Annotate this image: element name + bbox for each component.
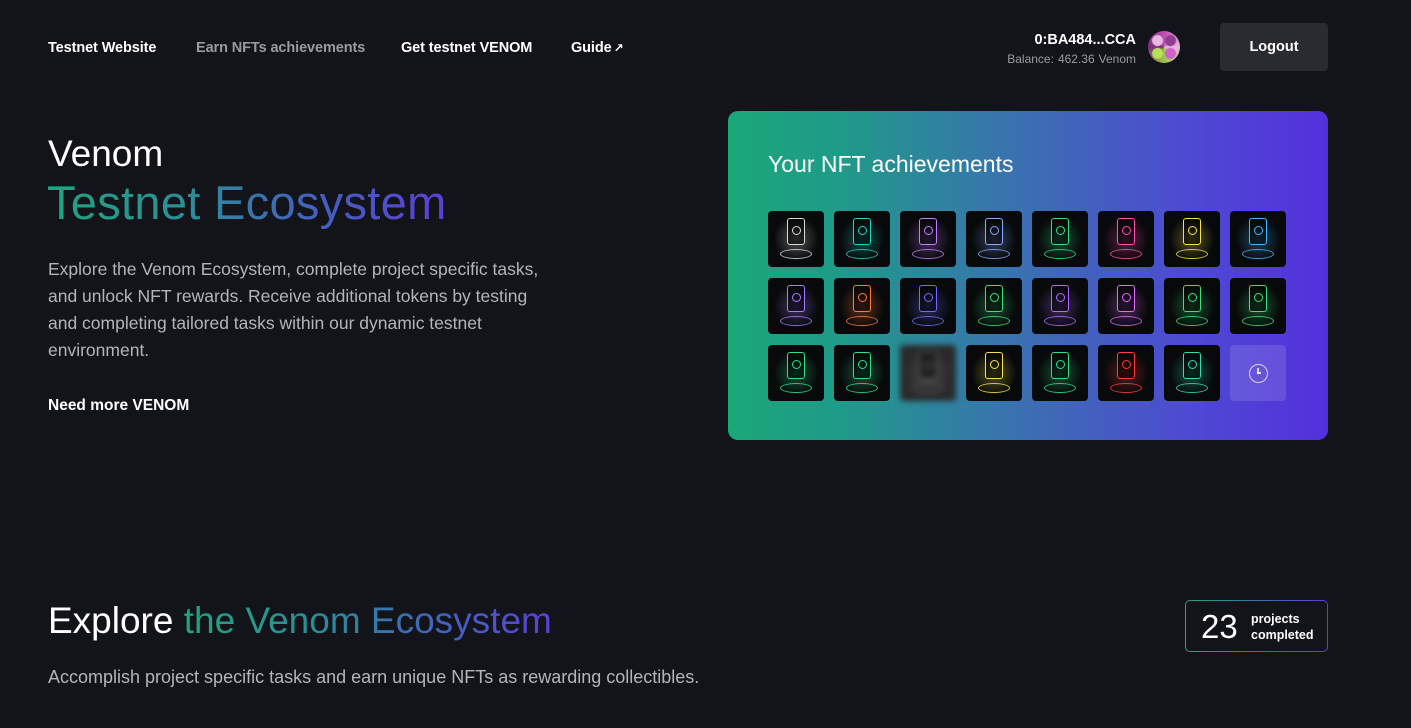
nft-tile[interactable] bbox=[966, 211, 1022, 267]
nav-guide[interactable]: Guide ↗ bbox=[571, 40, 624, 56]
nft-tile[interactable] bbox=[900, 345, 956, 401]
hero-description: Explore the Venom Ecosystem, complete pr… bbox=[48, 259, 539, 360]
nft-device-icon bbox=[919, 218, 937, 245]
nft-base-icon bbox=[1176, 316, 1208, 326]
avatar-icon[interactable] bbox=[1148, 31, 1180, 63]
nft-card-title: Your NFT achievements bbox=[768, 151, 1014, 177]
arrow-up-right-icon: ↗ bbox=[613, 41, 624, 55]
nft-base-icon bbox=[780, 316, 812, 326]
clock-icon bbox=[1248, 363, 1268, 383]
nft-tile[interactable] bbox=[834, 278, 890, 334]
nft-base-icon bbox=[1176, 383, 1208, 393]
projects-label: projects completed bbox=[1251, 612, 1314, 642]
nft-tile[interactable] bbox=[1098, 211, 1154, 267]
nft-device-icon bbox=[787, 218, 805, 245]
nft-base-icon bbox=[978, 383, 1010, 393]
nft-base-icon bbox=[978, 249, 1010, 259]
nft-tile[interactable] bbox=[1164, 345, 1220, 401]
nft-device-icon bbox=[1051, 352, 1069, 379]
nft-device-icon bbox=[853, 218, 871, 245]
nft-device-icon bbox=[1051, 285, 1069, 312]
nft-tile[interactable] bbox=[834, 345, 890, 401]
nft-base-icon bbox=[1110, 383, 1142, 393]
nft-tile[interactable] bbox=[1032, 345, 1088, 401]
nft-base-icon bbox=[846, 383, 878, 393]
hero-subtitle-gradient: Testnet Ecosystem bbox=[47, 176, 447, 229]
nav-get-testnet-venom[interactable]: Get testnet VENOM bbox=[401, 40, 532, 56]
nft-tile[interactable] bbox=[1032, 278, 1088, 334]
nft-device-icon bbox=[985, 352, 1003, 379]
nft-tile[interactable] bbox=[1164, 211, 1220, 267]
nft-tile[interactable] bbox=[966, 278, 1022, 334]
nft-device-icon bbox=[787, 285, 805, 312]
nft-device-icon bbox=[919, 285, 937, 312]
nft-tile[interactable] bbox=[834, 211, 890, 267]
nft-device-icon bbox=[919, 352, 937, 379]
nft-tile[interactable] bbox=[1164, 278, 1220, 334]
wallet-address[interactable]: 0:BA484...CCA bbox=[1034, 32, 1136, 48]
nft-device-icon bbox=[1183, 218, 1201, 245]
nav-guide-label: Guide bbox=[571, 40, 612, 56]
nft-tile[interactable] bbox=[1098, 278, 1154, 334]
nft-base-icon bbox=[846, 316, 878, 326]
nft-base-icon bbox=[1044, 316, 1076, 326]
nft-tile[interactable] bbox=[1032, 211, 1088, 267]
explore-title-gradient: the Venom Ecosystem bbox=[183, 600, 552, 641]
projects-completed-badge: 23 projects completed bbox=[1185, 600, 1328, 652]
explore-subtitle: Accomplish project specific tasks and ea… bbox=[48, 667, 700, 687]
nft-base-icon bbox=[780, 383, 812, 393]
nft-tile[interactable] bbox=[900, 278, 956, 334]
nft-base-icon bbox=[978, 316, 1010, 326]
nft-base-icon bbox=[1110, 249, 1142, 259]
nft-device-icon bbox=[985, 218, 1003, 245]
nav-testnet-website[interactable]: Testnet Website bbox=[48, 40, 156, 56]
nft-base-icon bbox=[1044, 249, 1076, 259]
nft-device-icon bbox=[985, 285, 1003, 312]
wallet-balance: Balance: 462.36 Venom bbox=[1007, 52, 1136, 66]
nft-tile[interactable] bbox=[1230, 211, 1286, 267]
nft-tile[interactable] bbox=[966, 345, 1022, 401]
nft-achievements-card: Your NFT achievements bbox=[728, 111, 1328, 440]
explore-title: Explore the Venom Ecosystem bbox=[48, 600, 552, 642]
nft-base-icon bbox=[846, 249, 878, 259]
nft-base-icon bbox=[1242, 249, 1274, 259]
balance-unit: Venom bbox=[1098, 52, 1136, 66]
nft-base-icon bbox=[912, 316, 944, 326]
nft-device-icon bbox=[1183, 285, 1201, 312]
nft-device-icon bbox=[1117, 218, 1135, 245]
projects-count: 23 bbox=[1201, 608, 1238, 645]
nft-tile[interactable] bbox=[768, 278, 824, 334]
nft-tile[interactable] bbox=[1230, 278, 1286, 334]
logout-button[interactable]: Logout bbox=[1220, 23, 1328, 71]
nft-base-icon bbox=[1176, 249, 1208, 259]
nft-device-icon bbox=[853, 285, 871, 312]
nft-tile[interactable] bbox=[1098, 345, 1154, 401]
nft-base-icon bbox=[912, 249, 944, 259]
balance-value: 462.36 bbox=[1057, 52, 1095, 66]
nft-tile-pending[interactable] bbox=[1230, 345, 1286, 401]
nft-device-icon bbox=[1117, 352, 1135, 379]
explore-title-word: Explore bbox=[48, 600, 174, 641]
hero-title: Venom bbox=[48, 133, 164, 174]
nft-grid bbox=[768, 211, 1286, 401]
nft-device-icon bbox=[1117, 285, 1135, 312]
nft-device-icon bbox=[1249, 218, 1267, 245]
nft-device-icon bbox=[787, 352, 805, 379]
nav-earn-nfts-achievements[interactable]: Earn NFTs achievements bbox=[196, 40, 365, 56]
nft-base-icon bbox=[1110, 316, 1142, 326]
top-nav: Testnet Website Earn NFTs achievements G… bbox=[0, 0, 1411, 96]
nft-tile[interactable] bbox=[900, 211, 956, 267]
need-more-venom-link[interactable]: Need more VENOM bbox=[48, 397, 189, 415]
nft-device-icon bbox=[1249, 285, 1267, 312]
nft-base-icon bbox=[1242, 316, 1274, 326]
nft-base-icon bbox=[912, 383, 944, 393]
nft-base-icon bbox=[780, 249, 812, 259]
nft-device-icon bbox=[1183, 352, 1201, 379]
nft-base-icon bbox=[1044, 383, 1076, 393]
nft-tile[interactable] bbox=[768, 345, 824, 401]
balance-label: Balance: bbox=[1007, 52, 1054, 66]
nft-device-icon bbox=[1051, 218, 1069, 245]
nft-device-icon bbox=[853, 352, 871, 379]
nft-tile[interactable] bbox=[768, 211, 824, 267]
